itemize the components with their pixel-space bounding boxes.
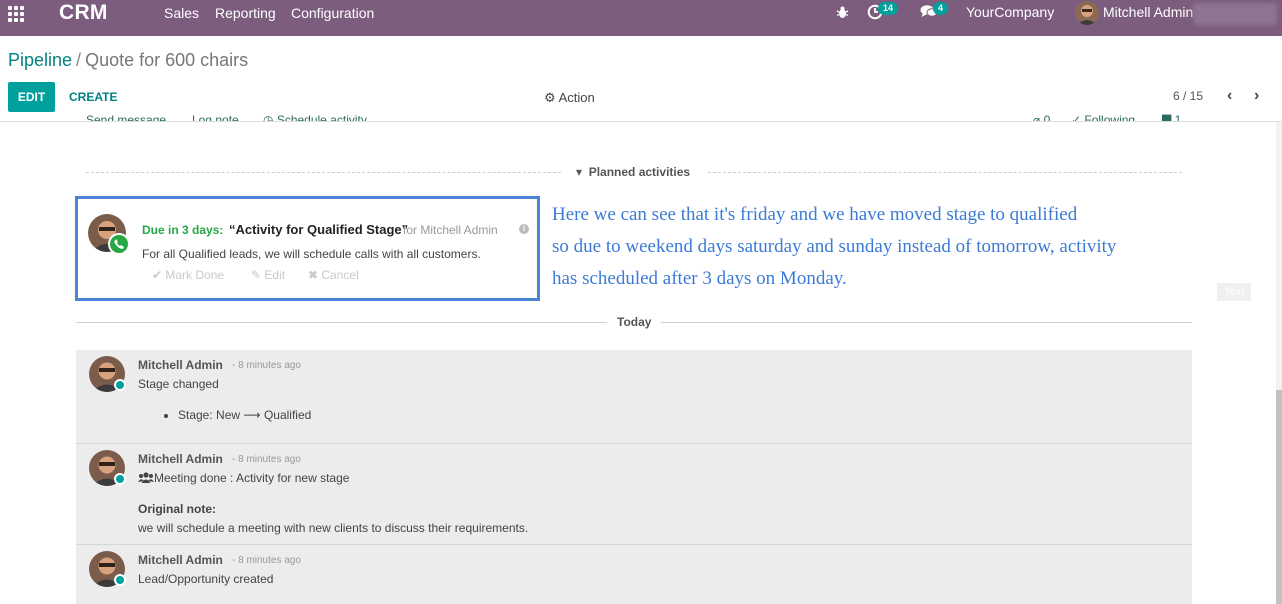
pager-next-icon[interactable]: › [1254,87,1259,105]
annotation-line-3: has scheduled after 3 days on Monday. [552,268,847,289]
cancel-activity-button[interactable]: ✖ Cancel [308,268,359,282]
mark-done-label: Mark Done [165,268,225,282]
pencil-icon: ✎ [251,268,265,282]
menu-sales[interactable]: Sales [164,5,199,21]
tracking-new: Qualified [263,408,312,422]
caret-down-icon: ▾ [576,165,583,179]
bug-icon[interactable] [836,6,849,19]
original-note-text: we will schedule a meeting with new clie… [138,521,529,535]
message-time: - 8 minutes ago [232,454,301,465]
message-body: Stage changed [138,377,219,391]
activity-title: “Activity for Qualified Stage” [229,222,409,237]
create-button[interactable]: CREATE [69,90,117,104]
message-body: Meeting done : Activity for new stage [154,471,350,485]
today-label: Today [617,315,652,329]
menu-configuration[interactable]: Configuration [291,5,374,21]
online-status-icon [114,379,126,391]
message-count-badge: 4 [933,2,949,15]
message-time: - 8 minutes ago [232,360,301,371]
message-author[interactable]: Mitchell Admin [138,358,223,372]
activity-count-badge: 14 [878,2,899,15]
close-icon: ✖ [308,268,322,282]
message-body: Lead/Opportunity created [138,572,274,586]
user-menu[interactable]: Mitchell Admin [1103,4,1193,20]
breadcrumb: Pipeline / Quote for 600 chairs [8,50,248,71]
menu-reporting[interactable]: Reporting [215,5,276,21]
message-meeting-done: Mitchell Admin - 8 minutes ago Meeting d… [76,444,1192,544]
text-tool-button[interactable]: Text [1217,283,1251,301]
activity-card: Due in 3 days: “Activity for Qualified S… [75,196,540,301]
check-icon: ✔ [152,268,166,282]
activity-assignee: for Mitchell Admin [403,223,498,237]
scrollbar[interactable] [1276,122,1282,604]
annotation-line-1: Here we can see that it's friday and we … [552,204,1078,225]
info-icon[interactable]: i [519,224,529,234]
divider-right [708,172,1182,173]
today-divider-right [661,322,1192,323]
planned-activities-toggle[interactable]: ▾ Planned activities [576,165,690,179]
bullet [164,414,168,418]
cancel-activity-label: Cancel [321,268,359,282]
edit-button[interactable]: EDIT [8,82,55,112]
scrollbar-thumb[interactable] [1276,390,1282,604]
message-author[interactable]: Mitchell Admin [138,553,223,567]
activity-due: Due in 3 days: [142,223,224,237]
action-label: Action [558,90,595,105]
pager-previous-icon[interactable]: ‹ [1227,87,1232,105]
original-note-label: Original note: [138,502,216,516]
arrow-right-icon: ⟶ [243,408,261,422]
action-menu[interactable]: ⚙ Action [544,90,595,106]
message-body-row: Meeting done : Activity for new stage [138,471,349,485]
divider-left [86,172,561,173]
edit-activity-label: Edit [264,268,286,282]
apps-menu-icon[interactable] [8,6,26,22]
gear-icon: ⚙ [544,90,556,105]
annotation-line-2: so due to weekend days saturday and sund… [552,236,1117,257]
users-icon [138,472,154,483]
blurred-region [1193,3,1277,25]
user-avatar[interactable] [1075,1,1099,25]
phone-icon [108,233,130,255]
message-time: - 8 minutes ago [232,555,301,566]
online-status-icon [114,574,126,586]
tracking-value: Stage: New ⟶ Qualified [178,408,311,422]
message-stage-changed: Mitchell Admin - 8 minutes ago Stage cha… [76,350,1192,443]
mark-done-button[interactable]: ✔ Mark Done [152,268,224,282]
app-name[interactable]: CRM [59,1,108,25]
activity-description: For all Qualified leads, we will schedul… [142,247,481,261]
edit-activity-button[interactable]: ✎ Edit [251,268,285,282]
pager-value[interactable]: 6 / 15 [1173,89,1203,103]
company-switcher[interactable]: YourCompany [966,4,1054,20]
message-lead-created: Mitchell Admin - 8 minutes ago Lead/Oppo… [76,545,1192,604]
today-divider-left [76,322,607,323]
breadcrumb-pipeline[interactable]: Pipeline [8,50,72,70]
message-author[interactable]: Mitchell Admin [138,452,223,466]
top-navbar: CRM Sales Reporting Configuration 14 4 Y… [0,0,1282,36]
control-panel-border [0,121,1282,122]
tracking-old: Stage: New [178,408,241,422]
planned-activities-label: Planned activities [588,165,691,179]
online-status-icon [114,473,126,485]
breadcrumb-separator: / [76,50,82,70]
breadcrumb-current: Quote for 600 chairs [85,50,249,70]
scroll-mask [0,121,1276,129]
